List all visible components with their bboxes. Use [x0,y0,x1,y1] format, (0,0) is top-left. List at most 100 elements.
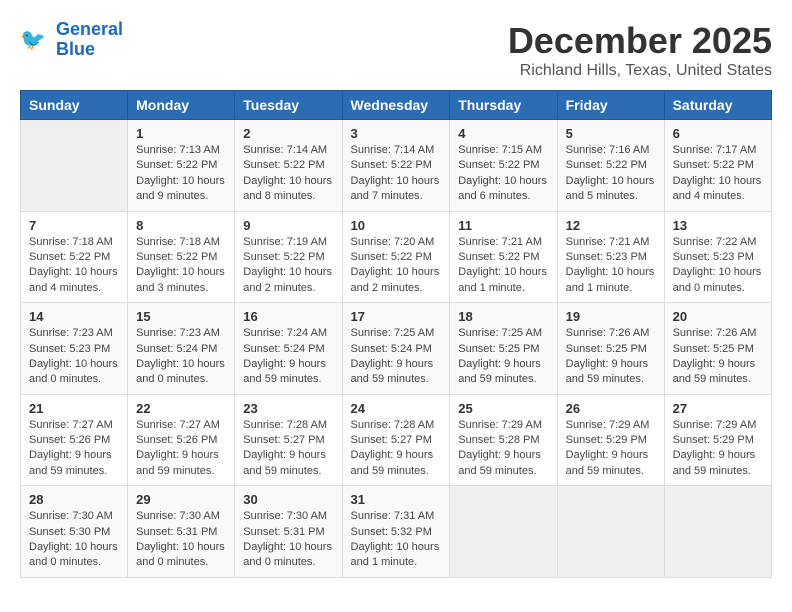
day-info: Sunrise: 7:29 AM Sunset: 5:29 PM Dayligh… [566,418,656,480]
day-number: 15 [136,309,226,324]
day-number: 6 [673,126,763,141]
calendar-cell [21,120,128,212]
day-number: 3 [351,126,442,141]
day-info: Sunrise: 7:15 AM Sunset: 5:22 PM Dayligh… [458,143,548,205]
day-number: 14 [29,309,119,324]
day-info: Sunrise: 7:13 AM Sunset: 5:22 PM Dayligh… [136,143,226,205]
calendar-week-row: 28 Sunrise: 7:30 AM Sunset: 5:30 PM Dayli… [21,486,772,578]
day-number: 26 [566,401,656,416]
day-number: 16 [243,309,333,324]
calendar-cell: 19Sunrise: 7:26 AM Sunset: 5:25 PM Dayli… [557,303,664,395]
logo-icon: 🐦 [20,24,52,56]
calendar-cell: 2Sunrise: 7:14 AM Sunset: 5:22 PM Daylig… [235,120,342,212]
day-number: 12 [566,218,656,233]
calendar-cell: 4 Sunrise: 7:15 AM Sunset: 5:22 PM Daylig… [450,120,557,212]
day-number: 5 [566,126,656,141]
calendar-cell [664,486,771,578]
day-number: 17 [351,309,442,324]
calendar-cell: 30Sunrise: 7:30 AM Sunset: 5:31 PM Dayli… [235,486,342,578]
logo-text: GeneralBlue [56,20,123,60]
day-info: Sunrise: 7:19 AM Sunset: 5:22 PM Dayligh… [243,235,333,297]
calendar-cell: 8Sunrise: 7:18 AM Sunset: 5:22 PM Daylig… [128,211,235,303]
calendar-cell: 20Sunrise: 7:26 AM Sunset: 5:25 PM Dayli… [664,303,771,395]
title-block: December 2025 Richland Hills, Texas, Uni… [508,20,772,80]
day-info: Sunrise: 7:29 AM Sunset: 5:28 PM Dayligh… [458,418,548,480]
day-number: 7 [29,218,119,233]
day-info: Sunrise: 7:27 AM Sunset: 5:26 PM Dayligh… [136,418,226,480]
day-info: Sunrise: 7:16 AM Sunset: 5:22 PM Dayligh… [566,143,656,205]
weekday-header-row: SundayMondayTuesdayWednesdayThursdayFrid… [21,91,772,120]
day-info: Sunrise: 7:25 AM Sunset: 5:25 PM Dayligh… [458,326,548,388]
weekday-header: Saturday [664,91,771,120]
day-number: 2 [243,126,333,141]
day-info: Sunrise: 7:26 AM Sunset: 5:25 PM Dayligh… [566,326,656,388]
day-number: 10 [351,218,442,233]
day-info: Sunrise: 7:23 AM Sunset: 5:24 PM Dayligh… [136,326,226,388]
calendar-cell: 28 Sunrise: 7:30 AM Sunset: 5:30 PM Dayli… [21,486,128,578]
day-number: 22 [136,401,226,416]
day-info: Sunrise: 7:27 AM Sunset: 5:26 PM Dayligh… [29,418,119,480]
day-info: Sunrise: 7:17 AM Sunset: 5:22 PM Dayligh… [673,143,763,205]
calendar-cell: 6 Sunrise: 7:17 AM Sunset: 5:22 PM Daylig… [664,120,771,212]
calendar-week-row: 1Sunrise: 7:13 AM Sunset: 5:22 PM Daylig… [21,120,772,212]
day-number: 11 [458,218,548,233]
location: Richland Hills, Texas, United States [508,62,772,80]
day-info: Sunrise: 7:18 AM Sunset: 5:22 PM Dayligh… [29,235,119,297]
calendar-cell: 3 Sunrise: 7:14 AM Sunset: 5:22 PM Daylig… [342,120,450,212]
day-number: 31 [351,492,442,507]
day-info: Sunrise: 7:20 AM Sunset: 5:22 PM Dayligh… [351,235,442,297]
day-info: Sunrise: 7:30 AM Sunset: 5:31 PM Dayligh… [243,509,333,571]
calendar-cell: 10 Sunrise: 7:20 AM Sunset: 5:22 PM Dayli… [342,211,450,303]
day-info: Sunrise: 7:28 AM Sunset: 5:27 PM Dayligh… [351,418,442,480]
day-info: Sunrise: 7:21 AM Sunset: 5:22 PM Dayligh… [458,235,548,297]
day-info: Sunrise: 7:30 AM Sunset: 5:30 PM Dayligh… [29,509,119,571]
day-info: Sunrise: 7:30 AM Sunset: 5:31 PM Dayligh… [136,509,226,571]
svg-text:🐦: 🐦 [20,28,46,51]
calendar-cell: 24 Sunrise: 7:28 AM Sunset: 5:27 PM Dayli… [342,394,450,486]
day-number: 21 [29,401,119,416]
calendar-cell: 17 Sunrise: 7:25 AM Sunset: 5:24 PM Dayli… [342,303,450,395]
weekday-header: Tuesday [235,91,342,120]
weekday-header: Sunday [21,91,128,120]
calendar-cell [450,486,557,578]
calendar-table: SundayMondayTuesdayWednesdayThursdayFrid… [20,90,772,578]
calendar-cell [557,486,664,578]
calendar-cell: 7 Sunrise: 7:18 AM Sunset: 5:22 PM Daylig… [21,211,128,303]
calendar-cell: 15 Sunrise: 7:23 AM Sunset: 5:24 PM Dayli… [128,303,235,395]
day-info: Sunrise: 7:31 AM Sunset: 5:32 PM Dayligh… [351,509,442,571]
calendar-cell: 26 Sunrise: 7:29 AM Sunset: 5:29 PM Dayli… [557,394,664,486]
day-number: 29 [136,492,226,507]
calendar-cell: 23Sunrise: 7:28 AM Sunset: 5:27 PM Dayli… [235,394,342,486]
logo: 🐦 GeneralBlue [20,20,123,60]
day-number: 9 [243,218,333,233]
day-number: 27 [673,401,763,416]
day-number: 24 [351,401,442,416]
day-info: Sunrise: 7:21 AM Sunset: 5:23 PM Dayligh… [566,235,656,297]
calendar-cell: 22 Sunrise: 7:27 AM Sunset: 5:26 PM Dayli… [128,394,235,486]
calendar-week-row: 7 Sunrise: 7:18 AM Sunset: 5:22 PM Daylig… [21,211,772,303]
calendar-cell: 1Sunrise: 7:13 AM Sunset: 5:22 PM Daylig… [128,120,235,212]
day-info: Sunrise: 7:24 AM Sunset: 5:24 PM Dayligh… [243,326,333,388]
weekday-header: Friday [557,91,664,120]
calendar-cell: 14Sunrise: 7:23 AM Sunset: 5:23 PM Dayli… [21,303,128,395]
calendar-cell: 11 Sunrise: 7:21 AM Sunset: 5:22 PM Dayli… [450,211,557,303]
day-info: Sunrise: 7:14 AM Sunset: 5:22 PM Dayligh… [351,143,442,205]
day-info: Sunrise: 7:18 AM Sunset: 5:22 PM Dayligh… [136,235,226,297]
calendar-week-row: 21 Sunrise: 7:27 AM Sunset: 5:26 PM Dayli… [21,394,772,486]
calendar-cell: 27 Sunrise: 7:29 AM Sunset: 5:29 PM Dayli… [664,394,771,486]
calendar-cell: 5 Sunrise: 7:16 AM Sunset: 5:22 PM Daylig… [557,120,664,212]
day-number: 13 [673,218,763,233]
calendar-cell: 29 Sunrise: 7:30 AM Sunset: 5:31 PM Dayli… [128,486,235,578]
day-info: Sunrise: 7:28 AM Sunset: 5:27 PM Dayligh… [243,418,333,480]
weekday-header: Monday [128,91,235,120]
day-info: Sunrise: 7:25 AM Sunset: 5:24 PM Dayligh… [351,326,442,388]
day-number: 25 [458,401,548,416]
calendar-week-row: 14Sunrise: 7:23 AM Sunset: 5:23 PM Dayli… [21,303,772,395]
day-number: 18 [458,309,548,324]
calendar-cell: 18 Sunrise: 7:25 AM Sunset: 5:25 PM Dayli… [450,303,557,395]
calendar-cell: 31 Sunrise: 7:31 AM Sunset: 5:32 PM Dayli… [342,486,450,578]
month-title: December 2025 [508,20,772,62]
day-number: 28 [29,492,119,507]
day-number: 4 [458,126,548,141]
day-info: Sunrise: 7:29 AM Sunset: 5:29 PM Dayligh… [673,418,763,480]
